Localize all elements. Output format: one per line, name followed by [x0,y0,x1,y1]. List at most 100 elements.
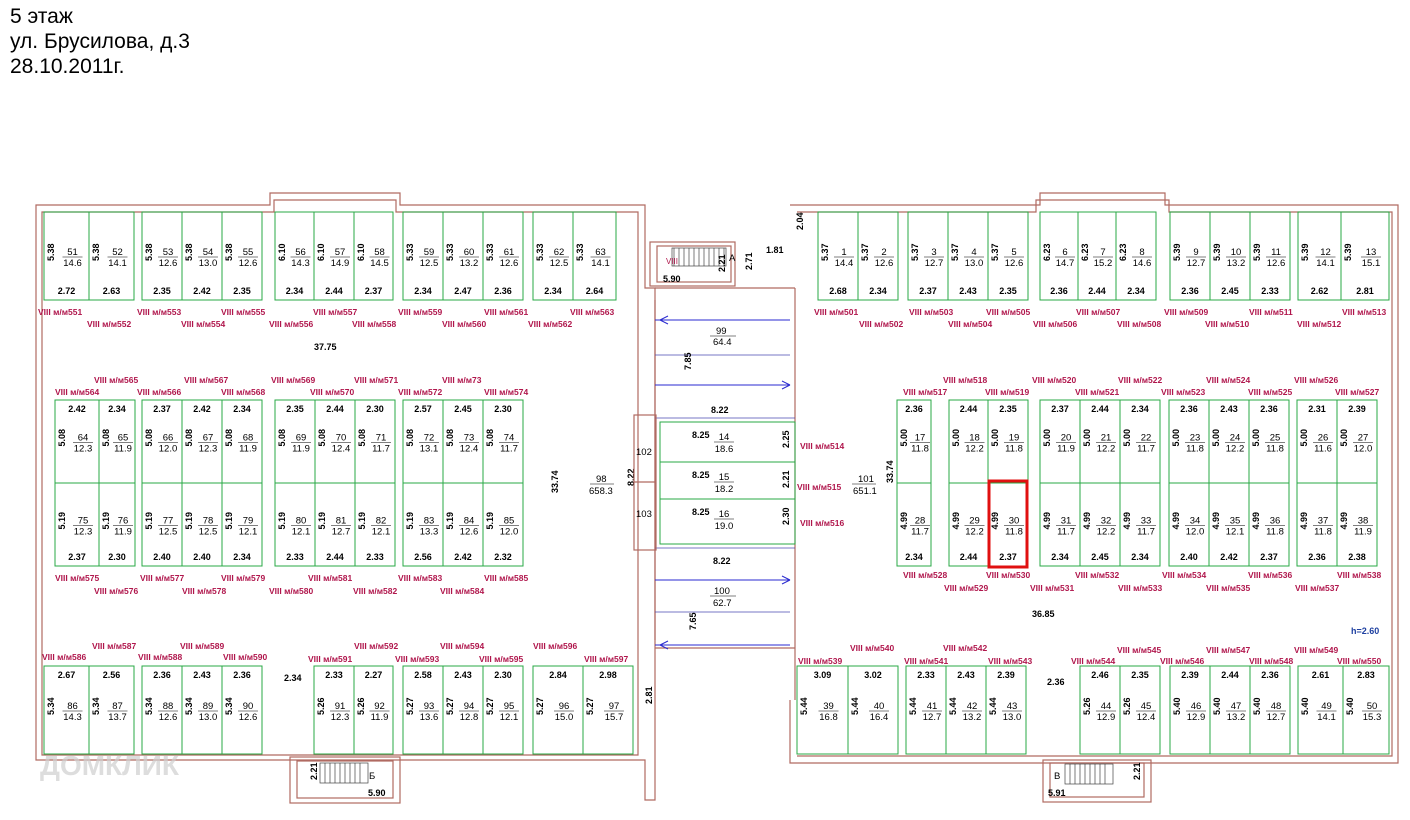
parking-box[interactable]: 413.0 5.37 2.43 [947,211,989,301]
parking-box[interactable]: 7812.5 5.19 2.40 [181,482,223,567]
parking-box[interactable]: 9012.6 5.34 2.36 [221,665,263,755]
parking-box[interactable]: 2412.2 5.00 2.43 [1208,399,1250,484]
parking-box[interactable]: 6612.0 5.08 2.37 [141,399,183,484]
parking-box[interactable]: 3111.7 4.99 2.34 [1039,482,1081,567]
parking-box[interactable]: 2211.7 5.00 2.34 [1119,399,1161,484]
parking-box[interactable]: 7712.5 5.19 2.40 [141,482,183,567]
parking-box[interactable]: 7411.7 5.08 2.30 [482,399,524,484]
parking-box[interactable]: 912.7 5.39 2.36 [1169,211,1211,301]
parking-box[interactable]: 3811.9 4.99 2.38 [1336,482,1378,567]
parking-box[interactable]: 2112.2 5.00 2.44 [1079,399,1121,484]
parking-box[interactable]: 8913.0 5.34 2.43 [181,665,223,755]
parking-box[interactable]: 1112.6 5.39 2.33 [1249,211,1291,301]
parking-box[interactable]: 7012.4 5.08 2.44 [314,399,356,484]
parking-box[interactable]: 4914.1 5.40 2.61 [1297,665,1344,755]
parking-box[interactable]: 7912.1 5.19 2.34 [221,482,263,567]
parking-box[interactable]: 3711.8 4.99 2.36 [1296,482,1338,567]
parking-box[interactable]: 614.7 6.23 2.36 [1039,211,1079,301]
parking-box[interactable]: 6811.9 5.08 2.34 [221,399,263,484]
parking-box[interactable]: 8713.7 5.34 2.56 [88,665,135,755]
parking-box[interactable]: 1812.2 5.00 2.44 [948,399,989,484]
parking-box[interactable]: 5614.3 6.10 2.34 [274,211,315,301]
parking-box[interactable]: 1911.8 5.00 2.35 [987,399,1029,484]
parking-box[interactable]: 9112.3 5.26 2.33 [313,665,355,755]
parking-box[interactable]: 212.6 5.37 2.34 [857,211,899,301]
parking-box[interactable]: 5512.6 5.38 2.35 [221,211,263,301]
parking-box[interactable]: 4612.9 5.40 2.39 [1169,665,1211,755]
parking-box[interactable]: 5214.1 5.38 2.63 [88,211,135,301]
parking-box[interactable]: 512.6 5.37 2.35 [987,211,1029,301]
parking-box[interactable]: 1711.85.00 2.36 [896,399,932,484]
parking-box[interactable]: 6112.6 5.33 2.36 [482,211,524,301]
parking-box[interactable]: 9412.8 5.27 2.43 [442,665,484,755]
parking-box[interactable]: 8112.7 5.19 2.44 [314,482,356,567]
parking-box[interactable]: 5114.6 5.38 2.72 [43,211,90,301]
parking-box[interactable]: 9715.7 5.27 2.98 [582,665,634,755]
parking-box[interactable]: 8212.1 5.19 2.33 [354,482,396,567]
parking-box[interactable]: 7111.7 5.08 2.30 [354,399,396,484]
parking-box[interactable]: 1418.6 8.25 2.25 [692,430,791,455]
parking-box[interactable]: 8614.3 5.34 2.67 [43,665,90,755]
parking-box[interactable]: 814.6 6.23 2.34 [1115,211,1157,301]
parking-box[interactable]: 8812.6 5.34 2.36 [141,665,183,755]
parking-box[interactable]: 2912.2 4.99 2.44 [948,482,989,567]
parking-box[interactable]: 9211.9 5.26 2.27 [353,665,394,755]
parking-box[interactable]: 2511.8 5.00 2.36 [1248,399,1290,484]
parking-box[interactable]: 6212.5 5.33 2.34 [532,211,574,301]
parking-box[interactable]: 3311.7 4.99 2.34 [1119,482,1161,567]
parking-box[interactable]: 6712.3 5.08 2.42 [181,399,223,484]
parking-box[interactable]: 4016.4 5.44 3.02 [847,665,899,755]
parking-box[interactable]: 6412.3 5.08 2.42 [54,399,100,484]
parking-box[interactable]: 4512.4 5.26 2.35 [1119,665,1161,755]
parking-box[interactable]: 5413.0 5.38 2.42 [181,211,223,301]
parking-box[interactable]: 7611.95.19 2.30 [98,482,136,567]
parking-box[interactable]: 5714.9 6.10 2.44 [313,211,355,301]
parking-box[interactable]: 8512.0 5.19 2.32 [482,482,524,567]
parking-box[interactable]: 6511.95.08 2.34 [98,399,136,484]
parking-box[interactable]: 715.2 6.23 2.44 [1077,211,1117,301]
box-number: 36 [1270,516,1281,527]
parking-box[interactable]: 1013.2 5.39 2.45 [1209,211,1251,301]
parking-box[interactable]: 3611.8 4.99 2.37 [1248,482,1290,567]
parking-box[interactable]: 8412.6 5.19 2.42 [442,482,484,567]
box-width: 2.33 [1261,286,1279,296]
parking-box[interactable]: 3512.1 4.99 2.42 [1208,482,1250,567]
box-area: 12.7 [332,527,351,538]
parking-box[interactable]: 3412.0 4.99 2.40 [1168,482,1210,567]
parking-box[interactable]: 7312.4 5.08 2.45 [442,399,484,484]
parking-box[interactable]: 8012.1 5.19 2.33 [274,482,316,567]
parking-box[interactable]: 3212.2 4.99 2.45 [1079,482,1121,567]
parking-box[interactable]: 9615.0 5.27 2.84 [532,665,584,755]
parking-box[interactable]: 5015.3 5.40 2.83 [1342,665,1390,755]
parking-box[interactable]: 8313.3 5.19 2.56 [402,482,444,567]
parking-box[interactable]: 5814.5 6.10 2.37 [353,211,394,301]
parking-box[interactable]: 2611.6 5.00 2.31 [1296,399,1338,484]
parking-box[interactable]: 3011.8 4.99 2.37 [987,482,1029,567]
parking-box[interactable]: 312.7 5.37 2.37 [907,211,949,301]
parking-box[interactable]: 6013.2 5.33 2.47 [442,211,484,301]
parking-box[interactable]: 4812.7 5.40 2.36 [1249,665,1291,755]
parking-box[interactable]: 5312.6 5.38 2.35 [141,211,183,301]
parking-box[interactable]: 4713.2 5.40 2.44 [1209,665,1251,755]
parking-box[interactable]: 4313.0 5.44 2.39 [985,665,1027,755]
parking-box[interactable]: 2011.9 5.00 2.37 [1039,399,1081,484]
parking-box[interactable]: 114.4 5.37 2.68 [817,211,859,301]
parking-box[interactable]: 3916.8 5.44 3.09 [796,665,849,755]
parking-box[interactable]: 9313.6 5.27 2.58 [402,665,444,755]
parking-box[interactable]: 6911.9 5.08 2.35 [274,399,316,484]
parking-box[interactable]: 5912.5 5.33 2.34 [402,211,444,301]
parking-box[interactable]: 1214.1 5.39 2.62 [1297,211,1342,301]
parking-box[interactable]: 1315.1 5.39 2.81 [1340,211,1390,301]
parking-box[interactable]: 7213.1 5.08 2.57 [402,399,444,484]
parking-box[interactable]: 4112.7 5.44 2.33 [905,665,947,755]
parking-box[interactable]: 1518.2 8.25 2.21 [692,470,791,495]
parking-box[interactable]: 9512.1 5.27 2.30 [482,665,524,755]
parking-box[interactable]: 2811.74.99 2.34 [896,482,932,567]
parking-box[interactable]: 7512.3 5.19 2.37 [54,482,100,567]
parking-box[interactable]: 4213.2 5.44 2.43 [945,665,987,755]
parking-box[interactable]: 2311.8 5.00 2.36 [1168,399,1210,484]
parking-box[interactable]: 1619.0 8.25 2.30 [692,507,791,532]
parking-box[interactable]: 2712.0 5.00 2.39 [1336,399,1378,484]
parking-box[interactable]: 4412.9 5.26 2.46 [1079,665,1121,755]
parking-box[interactable]: 6314.1 5.33 2.64 [572,211,617,301]
